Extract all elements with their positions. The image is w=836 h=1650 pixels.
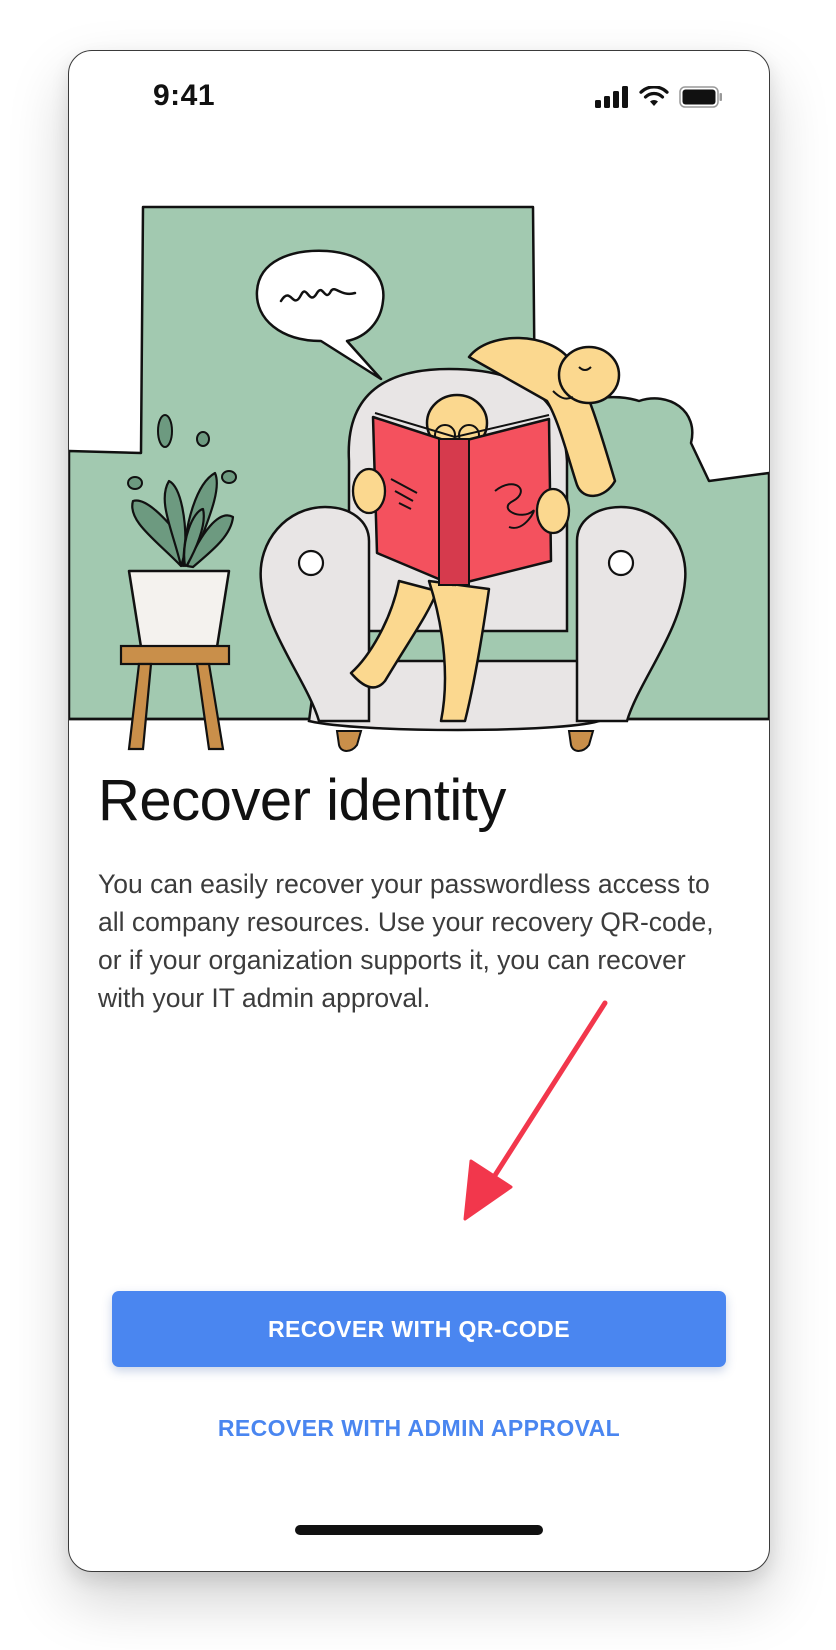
recover-with-qr-code-button[interactable]: RECOVER WITH QR-CODE: [112, 1291, 726, 1367]
recover-with-admin-approval-button[interactable]: RECOVER WITH ADMIN APPROVAL: [112, 1403, 726, 1453]
home-indicator[interactable]: [295, 1525, 543, 1535]
page-description: You can easily recover your passwordless…: [98, 869, 714, 1013]
phone-frame: 9:41 Recover identity You can easily rec…: [68, 50, 770, 1572]
status-time: 9:41: [153, 79, 216, 112]
status-bar: 9:41: [69, 51, 769, 141]
reading-armchair-illustration: [69, 205, 769, 752]
status-icons: [595, 85, 723, 109]
page-title: Recover identity: [98, 768, 506, 833]
wifi-icon: [639, 86, 669, 106]
cellular-signal-icon: [595, 86, 628, 108]
battery-icon: [679, 86, 722, 108]
